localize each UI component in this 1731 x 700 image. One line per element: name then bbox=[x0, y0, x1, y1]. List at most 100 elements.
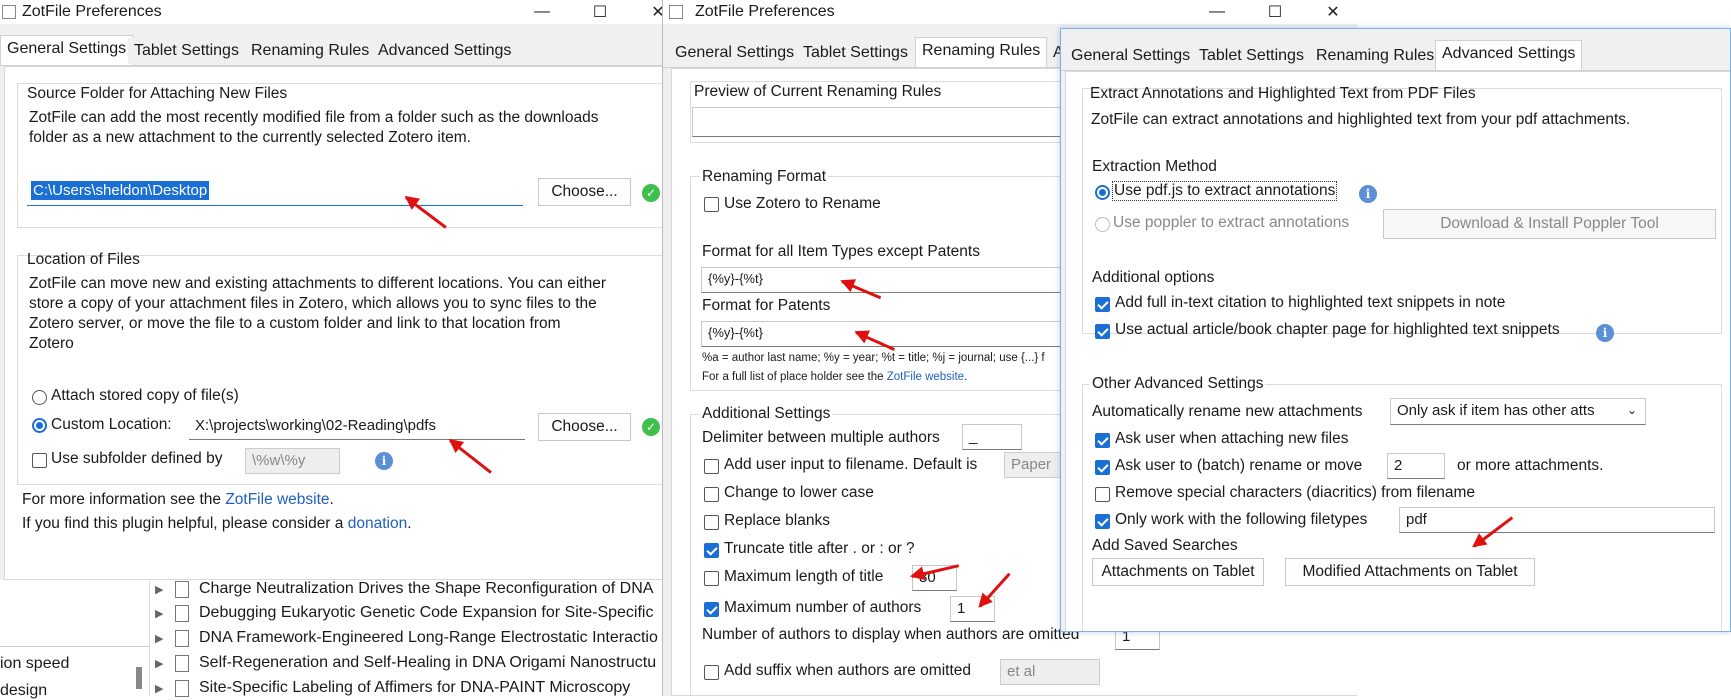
truncate-title-checkbox[interactable] bbox=[704, 543, 719, 558]
zotero-sidebar: ion speed design bbox=[0, 575, 150, 699]
sidebar-item[interactable]: design bbox=[0, 682, 47, 700]
truncate-title-label: Truncate title after . or : or ? bbox=[724, 540, 915, 557]
custom-location-label: Custom Location: bbox=[51, 416, 172, 433]
document-icon bbox=[175, 679, 189, 697]
window-title: ZotFile Preferences bbox=[695, 3, 835, 20]
list-item[interactable]: ▶ Self-Regeneration and Self-Healing in D… bbox=[155, 651, 656, 675]
minimize-button[interactable]: — bbox=[1189, 0, 1245, 24]
sidebar-item[interactable]: ion speed bbox=[0, 655, 69, 673]
more-info-line: For more information see the ZotFile web… bbox=[22, 491, 334, 508]
source-folder-title: Source Folder for Attaching New Files bbox=[27, 85, 288, 102]
add-suffix-checkbox[interactable] bbox=[704, 665, 719, 680]
subfolder-input[interactable]: \%w\%y bbox=[245, 448, 340, 474]
remove-special-checkbox[interactable] bbox=[1095, 487, 1110, 502]
tab-tablet-settings[interactable]: Tablet Settings bbox=[1193, 43, 1310, 69]
close-button[interactable]: ✕ bbox=[630, 0, 665, 24]
source-folder-input[interactable]: C:\Users\sheldon\Desktop bbox=[27, 180, 523, 206]
zotfile-website-link[interactable]: ZotFile website bbox=[887, 371, 964, 383]
only-filetypes-checkbox[interactable] bbox=[1095, 514, 1110, 529]
tab-bar: General Settings Tablet Settings Renamin… bbox=[1061, 40, 1730, 71]
title-bar: ZotFile Preferences — ☐ ✕ bbox=[663, 0, 1357, 24]
close-button[interactable]: ✕ bbox=[1305, 0, 1357, 24]
app-icon bbox=[669, 5, 683, 19]
attach-stored-radio[interactable] bbox=[32, 390, 47, 405]
auto-rename-select[interactable]: Only ask if item has other atts ⌄ bbox=[1390, 398, 1646, 425]
delimiter-label: Delimiter between multiple authors bbox=[702, 429, 940, 446]
replace-blanks-checkbox[interactable] bbox=[704, 515, 719, 530]
add-user-input-checkbox[interactable] bbox=[704, 459, 719, 474]
format-all-label: Format for all Item Types except Patents bbox=[702, 243, 980, 260]
custom-location-input[interactable]: X:\projects\working\02-Reading\pdfs bbox=[189, 414, 525, 440]
lower-case-label: Change to lower case bbox=[724, 484, 874, 501]
chevron-right-icon[interactable]: ▶ bbox=[155, 583, 169, 596]
tab-renaming-rules[interactable]: Renaming Rules bbox=[1310, 43, 1441, 69]
checkmark-icon: ✓ bbox=[642, 418, 660, 436]
ask-batch-checkbox[interactable] bbox=[1095, 460, 1110, 475]
max-length-checkbox[interactable] bbox=[704, 571, 719, 586]
location-desc: Zotero bbox=[29, 335, 74, 352]
list-item[interactable]: ▶ Debugging Eukaryotic Genetic Code Expan… bbox=[155, 601, 653, 625]
use-subfolder-checkbox[interactable] bbox=[32, 453, 47, 468]
zotfile-website-link[interactable]: ZotFile website bbox=[225, 491, 329, 508]
only-filetypes-label: Only work with the following filetypes bbox=[1115, 511, 1368, 528]
tab-renaming-rules[interactable]: Renaming Rules bbox=[915, 37, 1048, 67]
use-subfolder-label: Use subfolder defined by bbox=[51, 450, 223, 467]
sidebar-divider bbox=[0, 646, 150, 647]
source-folder-group bbox=[17, 83, 663, 228]
full-list-line: For a full list of place holder see the … bbox=[702, 371, 968, 383]
pdfjs-radio[interactable] bbox=[1095, 185, 1110, 200]
modified-attachments-button[interactable]: Modified Attachments on Tablet bbox=[1285, 558, 1535, 586]
lower-case-checkbox[interactable] bbox=[704, 487, 719, 502]
suffix-input[interactable]: et al bbox=[1000, 659, 1100, 685]
chevron-right-icon[interactable]: ▶ bbox=[155, 657, 169, 670]
replace-blanks-label: Replace blanks bbox=[724, 512, 830, 529]
list-item[interactable]: ▶ Charge Neutralization Drives the Shape … bbox=[155, 577, 653, 601]
attachments-on-tablet-button[interactable]: Attachments on Tablet bbox=[1092, 558, 1264, 586]
actual-page-checkbox[interactable] bbox=[1095, 324, 1110, 339]
info-icon[interactable]: i bbox=[1359, 185, 1377, 203]
batch-count-input[interactable]: 2 bbox=[1387, 453, 1445, 479]
sidebar-scrollbar[interactable] bbox=[136, 667, 142, 689]
custom-location-radio[interactable] bbox=[32, 418, 47, 433]
donation-line: If you find this plugin helpful, please … bbox=[22, 515, 412, 532]
tab-advanced-settings[interactable]: Advanced Settings bbox=[1435, 40, 1583, 70]
document-icon bbox=[175, 654, 189, 672]
placeholder-legend: %a = author last name; %y = year; %t = t… bbox=[702, 352, 1045, 364]
tab-advanced-settings[interactable]: Advanced Settings bbox=[372, 38, 518, 64]
or-more-label: or more attachments. bbox=[1457, 457, 1604, 474]
choose-source-button[interactable]: Choose... bbox=[538, 178, 631, 206]
max-length-label: Maximum length of title bbox=[724, 568, 884, 585]
maximize-button[interactable]: ☐ bbox=[572, 0, 628, 24]
chevron-right-icon[interactable]: ▶ bbox=[155, 632, 169, 645]
chevron-right-icon[interactable]: ▶ bbox=[155, 682, 169, 695]
full-citation-checkbox[interactable] bbox=[1095, 297, 1110, 312]
info-icon[interactable]: i bbox=[375, 452, 393, 470]
list-item[interactable]: ▶ DNA Framework-Engineered Long-Range Ele… bbox=[155, 626, 658, 650]
poppler-radio[interactable] bbox=[1095, 217, 1110, 232]
format-patents-label: Format for Patents bbox=[702, 297, 831, 314]
zotfile-window-advanced: General Settings Tablet Settings Renamin… bbox=[1060, 28, 1731, 632]
chevron-right-icon[interactable]: ▶ bbox=[155, 607, 169, 620]
info-icon[interactable]: i bbox=[1596, 324, 1614, 342]
delimiter-input[interactable]: _ bbox=[962, 424, 1022, 450]
minimize-button[interactable]: — bbox=[514, 0, 570, 24]
list-item[interactable]: ▶ Site-Specific Labeling of Affimers for … bbox=[155, 676, 630, 700]
ask-attach-checkbox[interactable] bbox=[1095, 433, 1110, 448]
tab-tablet-settings[interactable]: Tablet Settings bbox=[797, 40, 914, 66]
renaming-format-title: Renaming Format bbox=[700, 168, 829, 186]
tab-tablet-settings[interactable]: Tablet Settings bbox=[128, 38, 245, 64]
tab-general-settings[interactable]: General Settings bbox=[1065, 43, 1197, 69]
filetypes-input[interactable]: pdf bbox=[1399, 507, 1715, 533]
checkmark-icon: ✓ bbox=[642, 184, 660, 202]
tab-renaming-rules[interactable]: Renaming Rules bbox=[245, 38, 376, 64]
extraction-method-title: Extraction Method bbox=[1092, 158, 1217, 175]
general-settings-panel: Source Folder for Attaching New Files Zo… bbox=[4, 66, 665, 580]
max-authors-checkbox[interactable] bbox=[704, 602, 719, 617]
choose-location-button[interactable]: Choose... bbox=[538, 413, 631, 441]
donation-link[interactable]: donation bbox=[348, 515, 407, 532]
tab-general-settings[interactable]: General Settings bbox=[0, 35, 134, 65]
maximize-button[interactable]: ☐ bbox=[1247, 0, 1303, 24]
tab-general-settings[interactable]: General Settings bbox=[669, 40, 801, 66]
download-poppler-button[interactable]: Download & Install Poppler Tool bbox=[1383, 209, 1716, 239]
use-zotero-checkbox[interactable] bbox=[704, 197, 719, 212]
